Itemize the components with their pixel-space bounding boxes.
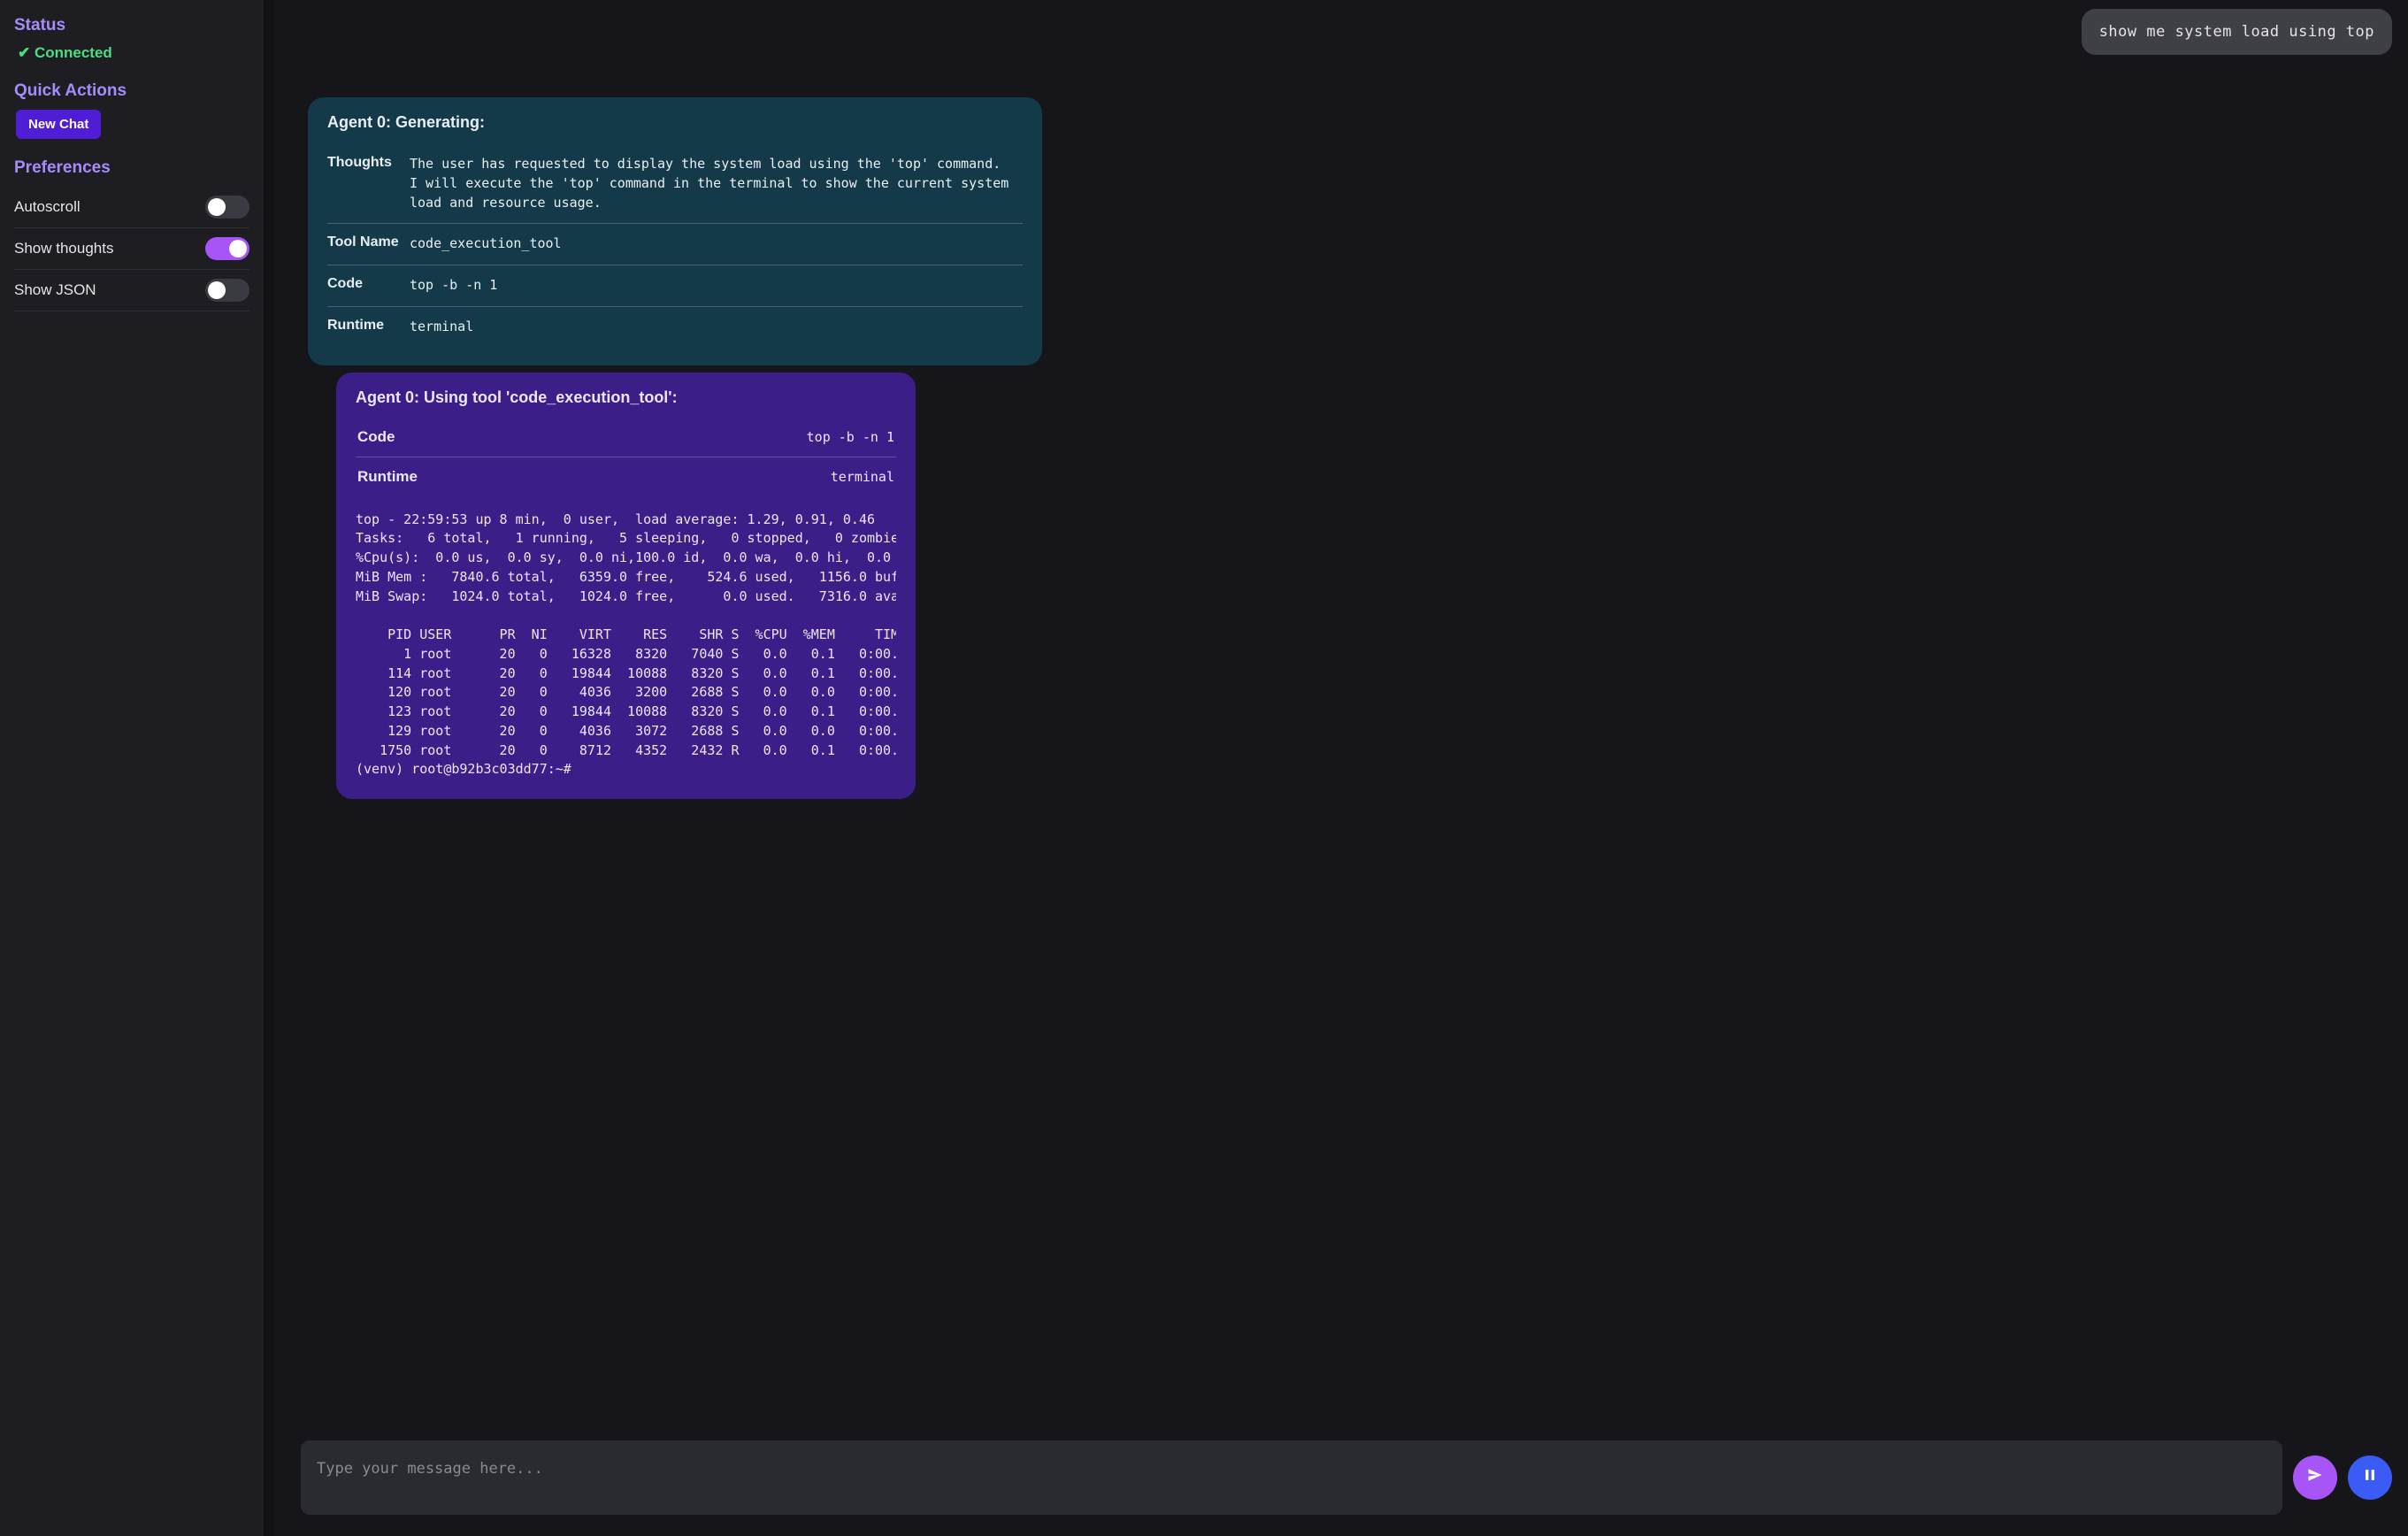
message-input[interactable] [301,1440,2282,1515]
connection-status: ✔ Connected [14,44,249,62]
quick-actions-heading: Quick Actions [14,81,249,101]
pref-label: Show thoughts [14,240,113,257]
tool-execution-card: Agent 0: Using tool 'code_execution_tool… [336,372,916,800]
thoughts-value: The user has requested to display the sy… [410,155,1023,212]
show-thoughts-toggle[interactable] [205,237,249,260]
agent-runtime-row: Runtime terminal [327,306,1023,348]
chat-scroll[interactable]: show me system load using top Agent 0: G… [274,0,2408,1423]
main-panel: show me system load using top Agent 0: G… [274,0,2408,1536]
tool-runtime-row: Runtime terminal [356,457,896,496]
tool-code-label: Code [357,428,395,446]
agent-toolname-row: Tool Name code_execution_tool [327,223,1023,265]
sidebar: Status ✔ Connected Quick Actions New Cha… [0,0,265,1536]
pause-button[interactable] [2348,1455,2392,1500]
toolname-value: code_execution_tool [410,234,562,254]
thoughts-label: Thoughts [327,155,403,171]
tool-card-title: Agent 0: Using tool 'code_execution_tool… [356,388,896,407]
pref-show-thoughts: Show thoughts [14,228,249,270]
agent-card-title: Agent 0: Generating: [327,113,1023,132]
pause-icon [2361,1466,2379,1489]
tool-code-row: Code top -b -n 1 [356,418,896,457]
user-message-row: show me system load using top [290,9,2392,55]
agent-generating-card: Agent 0: Generating: Thoughts The user h… [308,97,1042,365]
code-value: top -b -n 1 [410,276,497,296]
send-button[interactable] [2293,1455,2337,1500]
send-icon [2306,1466,2324,1489]
show-json-toggle[interactable] [205,279,249,302]
pref-autoscroll: Autoscroll [14,187,249,228]
tool-runtime-value: terminal [831,469,894,485]
preferences-heading: Preferences [14,158,249,178]
pref-show-json: Show JSON [14,270,249,311]
agent-thoughts-row: Thoughts The user has requested to displ… [327,144,1023,223]
tool-code-value: top -b -n 1 [807,429,894,445]
pref-label: Show JSON [14,281,96,299]
sidebar-resize-gutter[interactable] [265,0,274,1536]
status-heading: Status [14,16,249,35]
input-bar [274,1423,2408,1536]
runtime-value: terminal [410,318,473,337]
autoscroll-toggle[interactable] [205,196,249,219]
new-chat-button[interactable]: New Chat [16,110,101,139]
toolname-label: Tool Name [327,234,403,250]
runtime-label: Runtime [327,318,403,334]
tool-output: top - 22:59:53 up 8 min, 0 user, load av… [356,511,896,780]
code-label: Code [327,276,403,292]
pref-label: Autoscroll [14,198,81,216]
tool-runtime-label: Runtime [357,468,418,486]
user-message-bubble: show me system load using top [2082,9,2392,55]
agent-code-row: Code top -b -n 1 [327,265,1023,306]
